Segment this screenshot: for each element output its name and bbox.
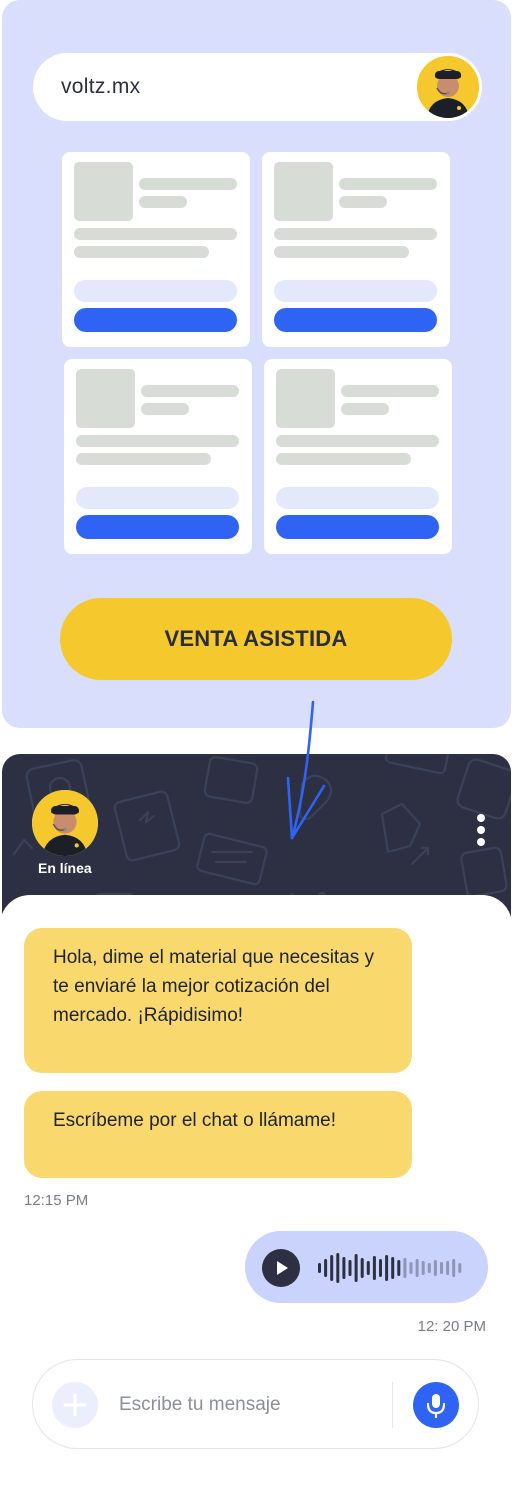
message-composer (32, 1359, 479, 1449)
waveform-bar (342, 1257, 346, 1279)
waveform-bar (391, 1257, 395, 1279)
message-timestamp: 12:15 PM (24, 1192, 89, 1209)
waveform-bar (421, 1261, 425, 1275)
play-icon (277, 1261, 288, 1275)
waveform-bar (318, 1263, 321, 1273)
product-image-placeholder (276, 369, 335, 428)
audio-waveform[interactable] (316, 1251, 468, 1285)
url-bar[interactable]: voltz.mx (33, 53, 482, 121)
text-placeholder (139, 178, 237, 190)
agent-avatar-icon (32, 790, 98, 856)
text-placeholder (341, 385, 439, 397)
waveform-bar (409, 1262, 413, 1274)
received-message: Escríbeme por el chat o llámame! (24, 1091, 412, 1178)
waveform-bar (360, 1258, 364, 1278)
text-placeholder (139, 196, 187, 208)
attach-button[interactable] (52, 1382, 98, 1428)
agent-avatar-icon (417, 56, 479, 118)
waveform-bar (385, 1255, 389, 1281)
waveform-bar (397, 1260, 401, 1276)
secondary-button-placeholder[interactable] (274, 280, 437, 302)
text-placeholder (341, 403, 389, 415)
primary-button-placeholder[interactable] (76, 515, 239, 539)
primary-button-placeholder[interactable] (276, 515, 439, 539)
divider (392, 1382, 393, 1428)
message-input[interactable] (117, 1390, 371, 1420)
audio-message[interactable] (245, 1231, 488, 1303)
text-placeholder (76, 453, 211, 465)
microphone-button[interactable] (413, 1382, 459, 1428)
waveform-bar (372, 1256, 376, 1280)
agent-avatar[interactable] (32, 790, 98, 856)
microphone-icon (426, 1394, 446, 1419)
secondary-button-placeholder[interactable] (76, 487, 239, 509)
secondary-button-placeholder[interactable] (276, 487, 439, 509)
product-image-placeholder (76, 369, 135, 428)
message-timestamp: 12: 20 PM (417, 1318, 486, 1335)
text-placeholder (274, 246, 409, 258)
waveform-bar (366, 1261, 370, 1275)
waveform-bar (433, 1260, 437, 1276)
waveform-bar (354, 1254, 358, 1282)
product-card[interactable] (64, 359, 252, 554)
waveform-bar (427, 1263, 431, 1273)
waveform-bar (440, 1262, 443, 1274)
product-image-placeholder (274, 162, 333, 221)
text-placeholder (276, 435, 439, 447)
kebab-menu-icon[interactable] (475, 814, 487, 848)
secondary-button-placeholder[interactable] (74, 280, 237, 302)
text-placeholder (339, 196, 387, 208)
agent-avatar[interactable] (415, 54, 481, 120)
text-placeholder (74, 246, 209, 258)
text-placeholder (141, 385, 239, 397)
waveform-bar (336, 1253, 340, 1283)
online-status: En línea (38, 860, 92, 876)
primary-button-placeholder[interactable] (274, 308, 437, 332)
waveform-bar (348, 1260, 352, 1276)
url-text: voltz.mx (61, 75, 141, 98)
waveform-bar (379, 1259, 382, 1277)
play-button[interactable] (262, 1249, 300, 1287)
received-message: Hola, dime el material que necesitas y t… (24, 928, 412, 1073)
text-placeholder (274, 228, 437, 240)
waveform-bar (324, 1259, 328, 1277)
text-placeholder (76, 435, 239, 447)
venta-asistida-button[interactable]: VENTA ASISTIDA (60, 598, 452, 680)
primary-button-placeholder[interactable] (74, 308, 237, 332)
product-image-placeholder (74, 162, 133, 221)
product-card[interactable] (62, 152, 250, 347)
waveform-bar (458, 1263, 462, 1273)
product-card[interactable] (262, 152, 450, 347)
waveform-bar (403, 1258, 407, 1278)
text-placeholder (276, 453, 411, 465)
text-placeholder (339, 178, 437, 190)
text-placeholder (141, 403, 189, 415)
plus-icon (63, 1393, 87, 1417)
waveform-bar (415, 1259, 419, 1277)
text-placeholder (74, 228, 237, 240)
product-card[interactable] (264, 359, 452, 554)
arrow-down-icon (286, 700, 326, 840)
waveform-bar (446, 1261, 450, 1275)
waveform-bar (330, 1255, 334, 1281)
waveform-bar (452, 1259, 456, 1277)
